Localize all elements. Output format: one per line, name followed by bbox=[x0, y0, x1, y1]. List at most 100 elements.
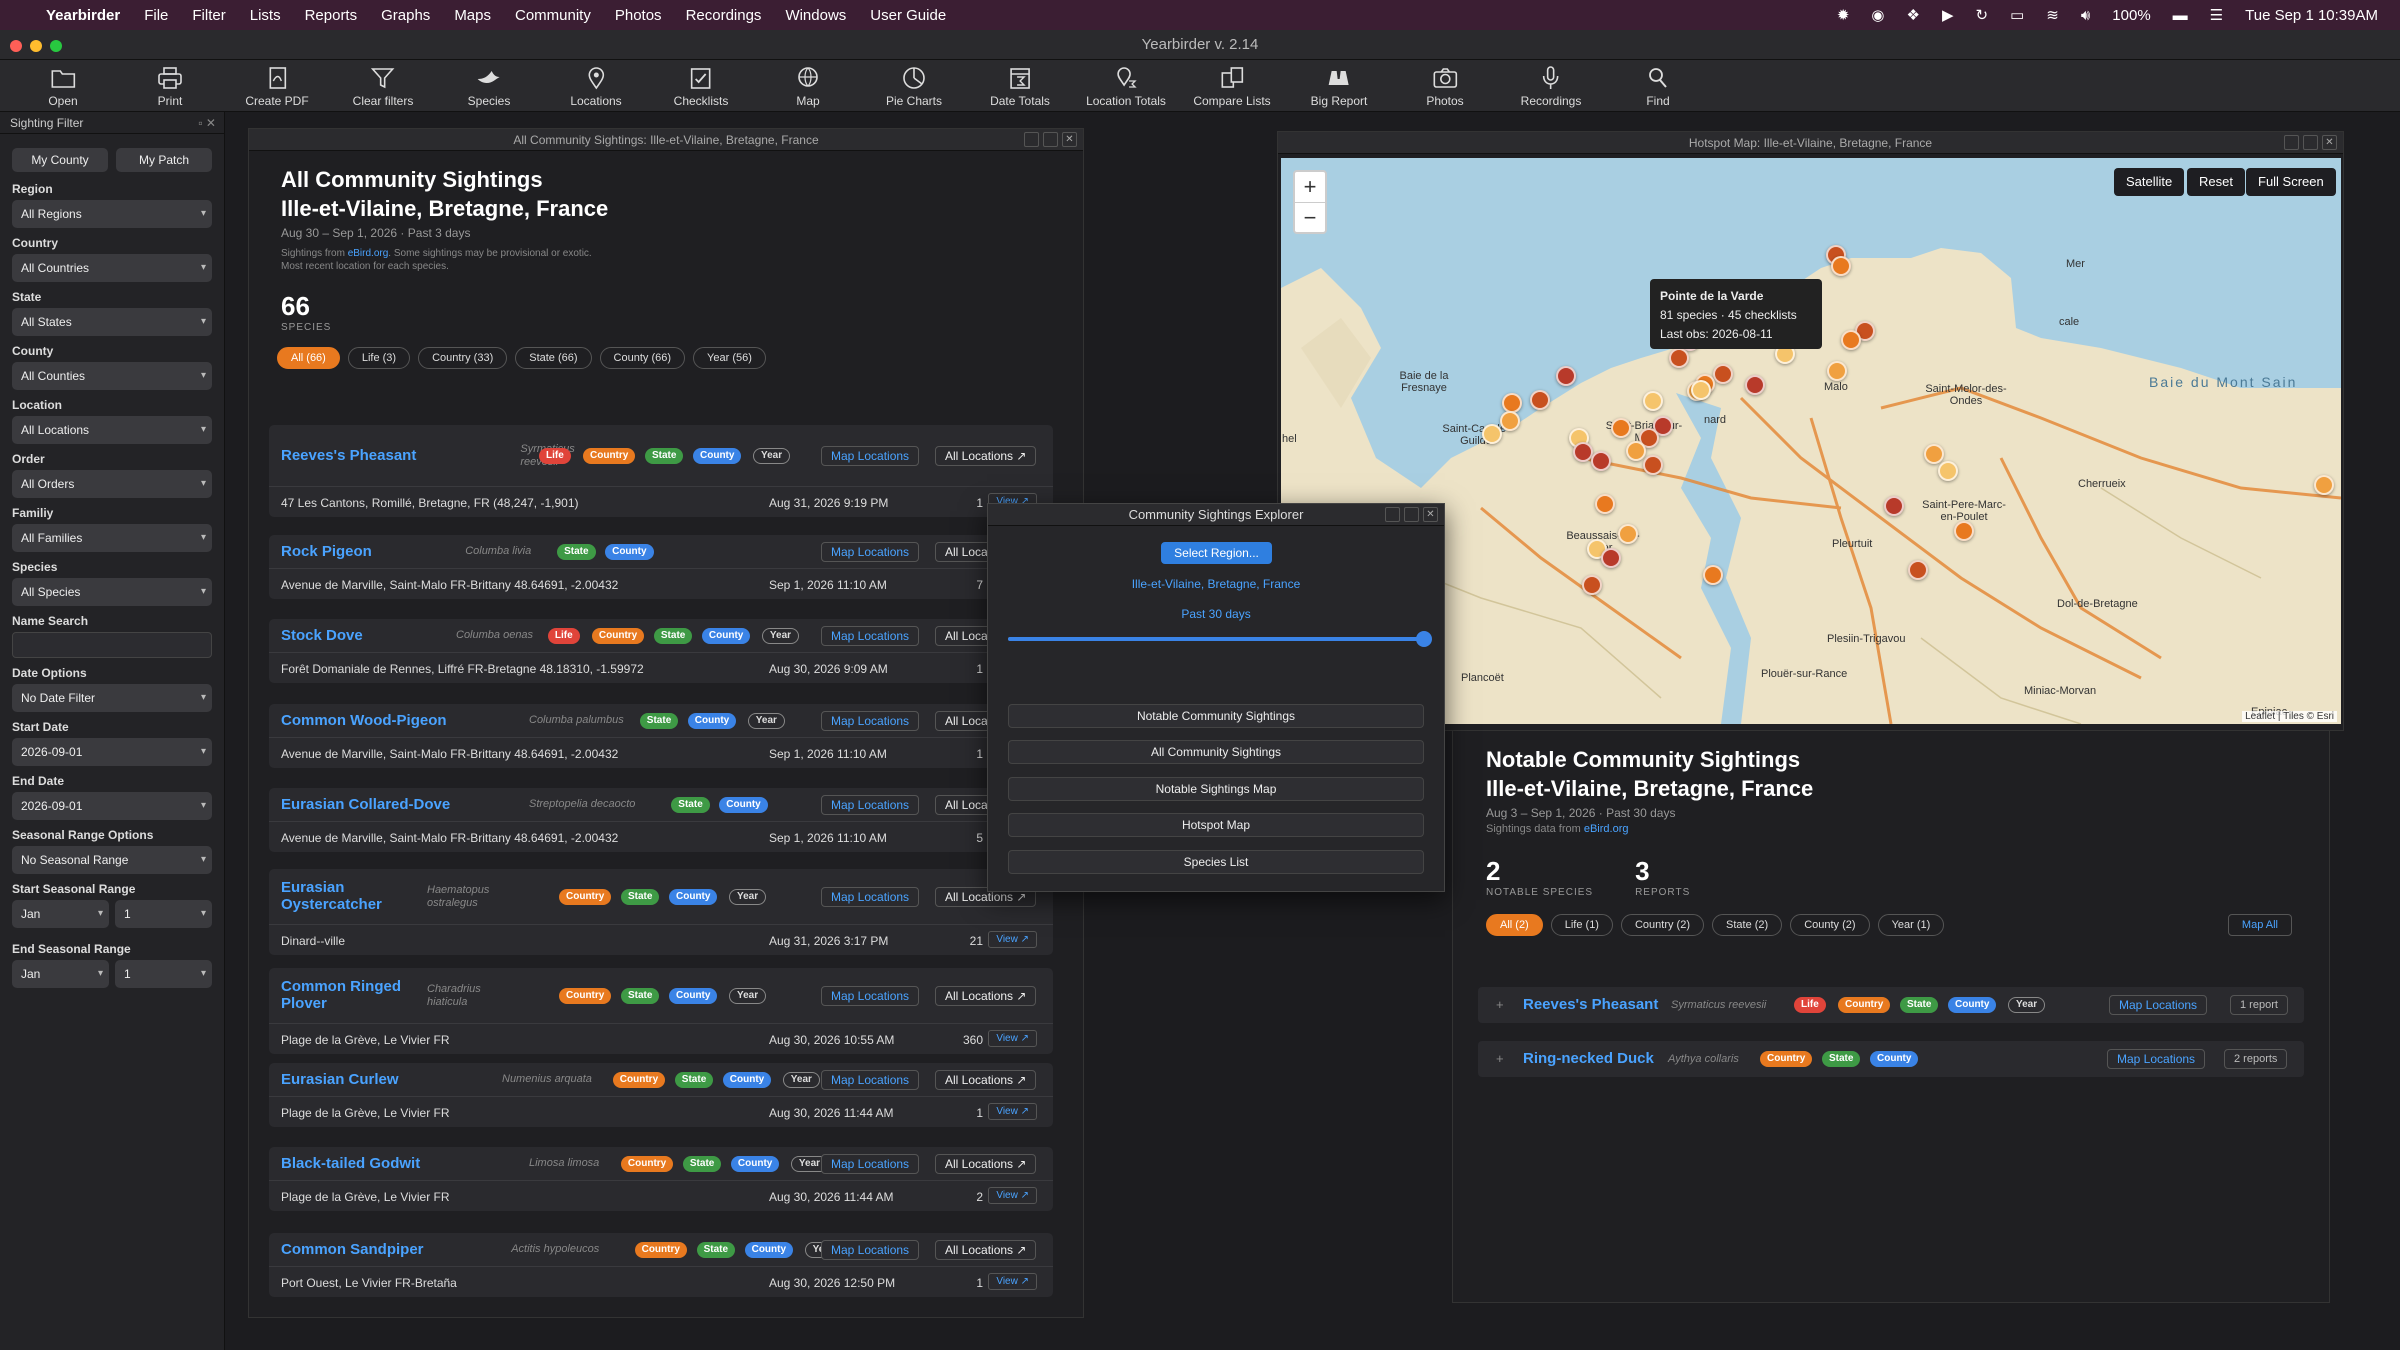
globe-icon[interactable]: ◉ bbox=[1871, 6, 1884, 24]
hotspot-marker[interactable] bbox=[1884, 496, 1904, 516]
end-day-select[interactable]: 1 bbox=[115, 960, 212, 988]
expand-icon[interactable]: + bbox=[1496, 1051, 1504, 1066]
range-slider-knob[interactable] bbox=[1416, 631, 1432, 647]
species-list-button[interactable]: Species List bbox=[1008, 850, 1424, 874]
menu-user-guide[interactable]: User Guide bbox=[870, 7, 946, 24]
seasonal-range-select[interactable]: No Seasonal Range bbox=[12, 846, 212, 874]
menu-clock[interactable]: Tue Sep 1 10:39AM bbox=[2245, 7, 2378, 24]
map-locations-button[interactable]: Map Locations bbox=[821, 1070, 920, 1090]
location-totals-button[interactable]: Location Totals bbox=[1086, 60, 1166, 112]
print-button[interactable]: Print bbox=[156, 60, 184, 112]
map-locations-button[interactable]: Map Locations bbox=[821, 795, 920, 815]
species-name[interactable]: Rock Pigeon bbox=[281, 543, 372, 560]
notable-chip-life[interactable]: Life (1) bbox=[1550, 914, 1613, 936]
hotspot-marker[interactable] bbox=[1618, 524, 1638, 544]
maximize-icon[interactable] bbox=[1404, 507, 1419, 522]
hotspot-marker[interactable] bbox=[1601, 548, 1621, 568]
recordings-button[interactable]: Recordings bbox=[1521, 60, 1581, 112]
close-icon[interactable]: ✕ bbox=[1062, 132, 1077, 147]
location-select[interactable]: All Locations bbox=[12, 416, 212, 444]
all-locations-button[interactable]: All Locations ↗ bbox=[935, 986, 1037, 1006]
hotspot-marker[interactable] bbox=[1908, 560, 1928, 580]
map-locations-button[interactable]: Map Locations bbox=[821, 986, 920, 1006]
hotspot-marker[interactable] bbox=[1841, 330, 1861, 350]
menu-reports[interactable]: Reports bbox=[305, 7, 358, 24]
map-locations-button[interactable]: Map Locations bbox=[821, 542, 920, 562]
close-icon[interactable]: ✕ bbox=[1423, 507, 1438, 522]
date-filter-select[interactable]: No Date Filter bbox=[12, 684, 212, 712]
maximize-icon[interactable] bbox=[1043, 132, 1058, 147]
start-day-select[interactable]: 1 bbox=[115, 900, 212, 928]
species-button[interactable]: Species bbox=[468, 60, 510, 112]
range-slider-track[interactable] bbox=[1008, 631, 1432, 647]
filter-chip-year[interactable]: Year (56) bbox=[693, 347, 766, 369]
map-locations-button[interactable]: Map Locations bbox=[821, 626, 920, 646]
family-select[interactable]: All Families bbox=[12, 524, 212, 552]
my-county-button[interactable]: My County bbox=[12, 148, 108, 172]
map-button[interactable]: Map bbox=[794, 60, 822, 112]
species-select[interactable]: All Species bbox=[12, 578, 212, 606]
hotspot-marker[interactable] bbox=[1643, 391, 1663, 411]
species-name[interactable]: Eurasian Collared-Dove bbox=[281, 796, 450, 813]
all-locations-button[interactable]: All Locations ↗ bbox=[935, 1070, 1037, 1090]
hotspot-marker[interactable] bbox=[1582, 575, 1602, 595]
hotspot-map-button[interactable]: Hotspot Map bbox=[1008, 813, 1424, 837]
minimize-icon[interactable] bbox=[1024, 132, 1039, 147]
map-all-button[interactable]: Map All bbox=[2227, 914, 2292, 936]
dropbox-icon[interactable]: ❖ bbox=[1907, 6, 1920, 24]
notable-ebird-link[interactable]: eBird.org bbox=[1584, 823, 1629, 835]
hotspot-marker[interactable] bbox=[1556, 366, 1576, 386]
hotspot-marker[interactable] bbox=[1611, 418, 1631, 438]
notable-chip-all[interactable]: All (2) bbox=[1486, 914, 1543, 936]
notable-map-locations-button[interactable]: Map Locations bbox=[2109, 995, 2208, 1015]
species-name[interactable]: Common Wood-Pigeon bbox=[281, 712, 447, 729]
menu-recordings[interactable]: Recordings bbox=[686, 7, 762, 24]
state-select[interactable]: All States bbox=[12, 308, 212, 336]
map-locations-button[interactable]: Map Locations bbox=[821, 446, 920, 466]
species-name[interactable]: Eurasian Curlew bbox=[281, 1071, 399, 1088]
species-name[interactable]: Black-tailed Godwit bbox=[281, 1155, 420, 1172]
big-report-button[interactable]: Big Report bbox=[1311, 60, 1367, 112]
hotspot-marker[interactable] bbox=[1643, 455, 1663, 475]
species-name[interactable]: Common Ringed Plover bbox=[281, 978, 401, 1012]
view-button[interactable]: View ↗ bbox=[988, 1103, 1037, 1120]
map-locations-button[interactable]: Map Locations bbox=[821, 887, 920, 907]
notable-chip-state[interactable]: State (2) bbox=[1712, 914, 1783, 936]
notable-sightings-map-button[interactable]: Notable Sightings Map bbox=[1008, 777, 1424, 801]
notable-row[interactable]: + Reeves's Pheasant Syrmaticus reevesii Lif… bbox=[1478, 987, 2304, 1023]
minimize-icon[interactable] bbox=[1385, 507, 1400, 522]
view-button[interactable]: View ↗ bbox=[988, 931, 1037, 948]
order-select[interactable]: All Orders bbox=[12, 470, 212, 498]
country-select[interactable]: All Countries bbox=[12, 254, 212, 282]
clear-filters-button[interactable]: Clear filters bbox=[353, 60, 413, 112]
map-locations-button[interactable]: Map Locations bbox=[821, 1154, 920, 1174]
notable-chip-year[interactable]: Year (1) bbox=[1877, 914, 1945, 936]
menu-photos[interactable]: Photos bbox=[615, 7, 662, 24]
checklists-button[interactable]: Checklists bbox=[674, 60, 728, 112]
map-locations-button[interactable]: Map Locations bbox=[821, 1240, 920, 1260]
sidebar-close-icon[interactable]: ▫ ✕ bbox=[198, 116, 216, 130]
volume-icon[interactable]: 🔊︎ bbox=[2081, 7, 2090, 24]
menu-community[interactable]: Community bbox=[515, 7, 591, 24]
end-date-picker[interactable]: 2026-09-01 bbox=[12, 792, 212, 820]
all-community-sightings-button[interactable]: All Community Sightings bbox=[1008, 740, 1424, 764]
photos-button[interactable]: Photos bbox=[1426, 60, 1464, 112]
end-month-select[interactable]: Jan bbox=[12, 960, 109, 988]
wifi-icon[interactable]: ≋ bbox=[2046, 6, 2059, 24]
map-attribution[interactable]: Leaflet | Tiles © Esri bbox=[2242, 711, 2337, 722]
time-machine-icon[interactable]: ↻ bbox=[1976, 6, 1989, 24]
start-month-select[interactable]: Jan bbox=[12, 900, 109, 928]
full-screen-button[interactable]: Full Screen bbox=[2246, 168, 2336, 196]
hotspot-marker[interactable] bbox=[1713, 364, 1733, 384]
species-name[interactable]: Reeves's Pheasant bbox=[281, 447, 416, 464]
minimize-icon[interactable] bbox=[2284, 135, 2299, 150]
name-search-input[interactable] bbox=[12, 632, 212, 658]
pie-charts-button[interactable]: Pie Charts bbox=[886, 60, 942, 112]
hotspot-marker[interactable] bbox=[1669, 348, 1689, 368]
zoom-out-button[interactable]: − bbox=[1295, 202, 1325, 232]
battery-icon[interactable]: ▬ bbox=[2173, 7, 2188, 24]
all-locations-button[interactable]: All Locations ↗ bbox=[935, 446, 1037, 466]
my-patch-button[interactable]: My Patch bbox=[116, 148, 212, 172]
close-window-button[interactable] bbox=[10, 40, 22, 52]
find-button[interactable]: Find bbox=[1644, 60, 1672, 112]
